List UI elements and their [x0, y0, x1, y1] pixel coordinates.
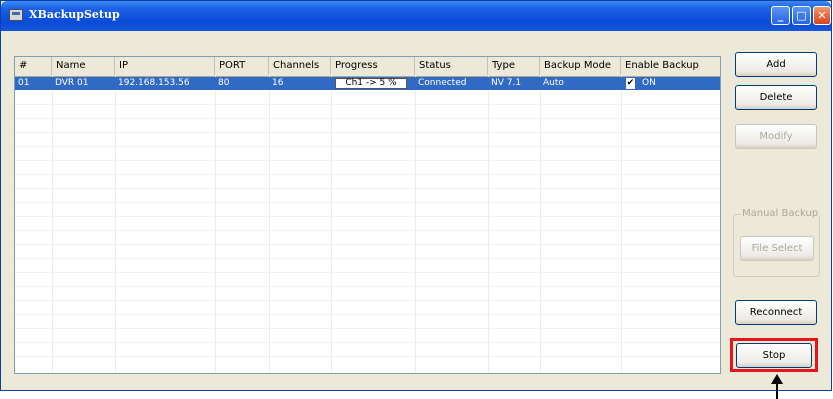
title-bar[interactable]: XBackupSetup _ □ ✕	[1, 1, 831, 31]
arrow-shaft	[776, 384, 778, 399]
stop-highlight-box	[730, 338, 818, 372]
grid-line	[15, 244, 720, 245]
delete-button[interactable]: Delete	[735, 85, 817, 110]
cell-name: DVR 01	[55, 78, 89, 88]
grid-line	[15, 146, 720, 147]
cell-enable-backup: ON	[642, 78, 656, 88]
dvr-list[interactable]: # Name IP PORT Channels Progress Status …	[14, 56, 721, 374]
column-header-type[interactable]: Type	[488, 57, 540, 75]
column-header-backup-mode[interactable]: Backup Mode	[540, 57, 621, 75]
reconnect-button[interactable]: Reconnect	[735, 300, 817, 325]
grid-line	[15, 258, 720, 259]
maximize-button[interactable]: □	[792, 6, 811, 25]
grid-line	[15, 118, 720, 119]
window-title: XBackupSetup	[29, 8, 120, 21]
modify-button[interactable]: Modify	[735, 124, 817, 149]
grid-line	[15, 272, 720, 273]
grid-line	[15, 132, 720, 133]
column-header-status[interactable]: Status	[415, 57, 488, 75]
grid-line	[15, 188, 720, 189]
cell-backup-mode: Auto	[543, 78, 564, 88]
grid-line	[15, 216, 720, 217]
cell-channels: 16	[272, 78, 284, 88]
file-select-button[interactable]: File Select	[740, 236, 814, 261]
cell-port: 80	[218, 78, 230, 88]
column-header-channels[interactable]: Channels	[269, 57, 331, 75]
minimize-button[interactable]: _	[771, 6, 790, 25]
grid-line	[15, 202, 720, 203]
app-icon	[9, 9, 23, 21]
column-header-enable-backup[interactable]: Enable Backup	[621, 57, 720, 75]
grid-line	[15, 300, 720, 301]
grid-line	[15, 342, 720, 343]
grid-line	[15, 314, 720, 315]
progress-field: Ch1 -> 5 %	[335, 78, 407, 89]
list-header: # Name IP PORT Channels Progress Status …	[15, 57, 720, 77]
cell-status: Connected	[418, 78, 467, 88]
close-button[interactable]: ✕	[813, 6, 831, 25]
grid-line	[15, 328, 720, 329]
column-header-number[interactable]: #	[15, 57, 52, 75]
column-header-port[interactable]: PORT	[215, 57, 269, 75]
grid-line	[15, 230, 720, 231]
enable-backup-checkbox[interactable]: ✔	[626, 78, 635, 89]
column-header-progress[interactable]: Progress	[331, 57, 415, 75]
grid-line	[15, 174, 720, 175]
cell-ip: 192.168.153.56	[118, 78, 190, 88]
grid-line	[15, 160, 720, 161]
cell-type: NV 7.1	[491, 78, 522, 88]
add-button[interactable]: Add	[735, 52, 817, 77]
grid-line	[15, 356, 720, 357]
manual-backup-label: Manual Backup	[741, 208, 820, 219]
grid-line	[15, 286, 720, 287]
column-header-name[interactable]: Name	[52, 57, 115, 75]
arrow-up-icon	[771, 374, 783, 384]
column-header-ip[interactable]: IP	[115, 57, 215, 75]
cell-number: 01	[18, 78, 30, 88]
grid-line	[15, 104, 720, 105]
